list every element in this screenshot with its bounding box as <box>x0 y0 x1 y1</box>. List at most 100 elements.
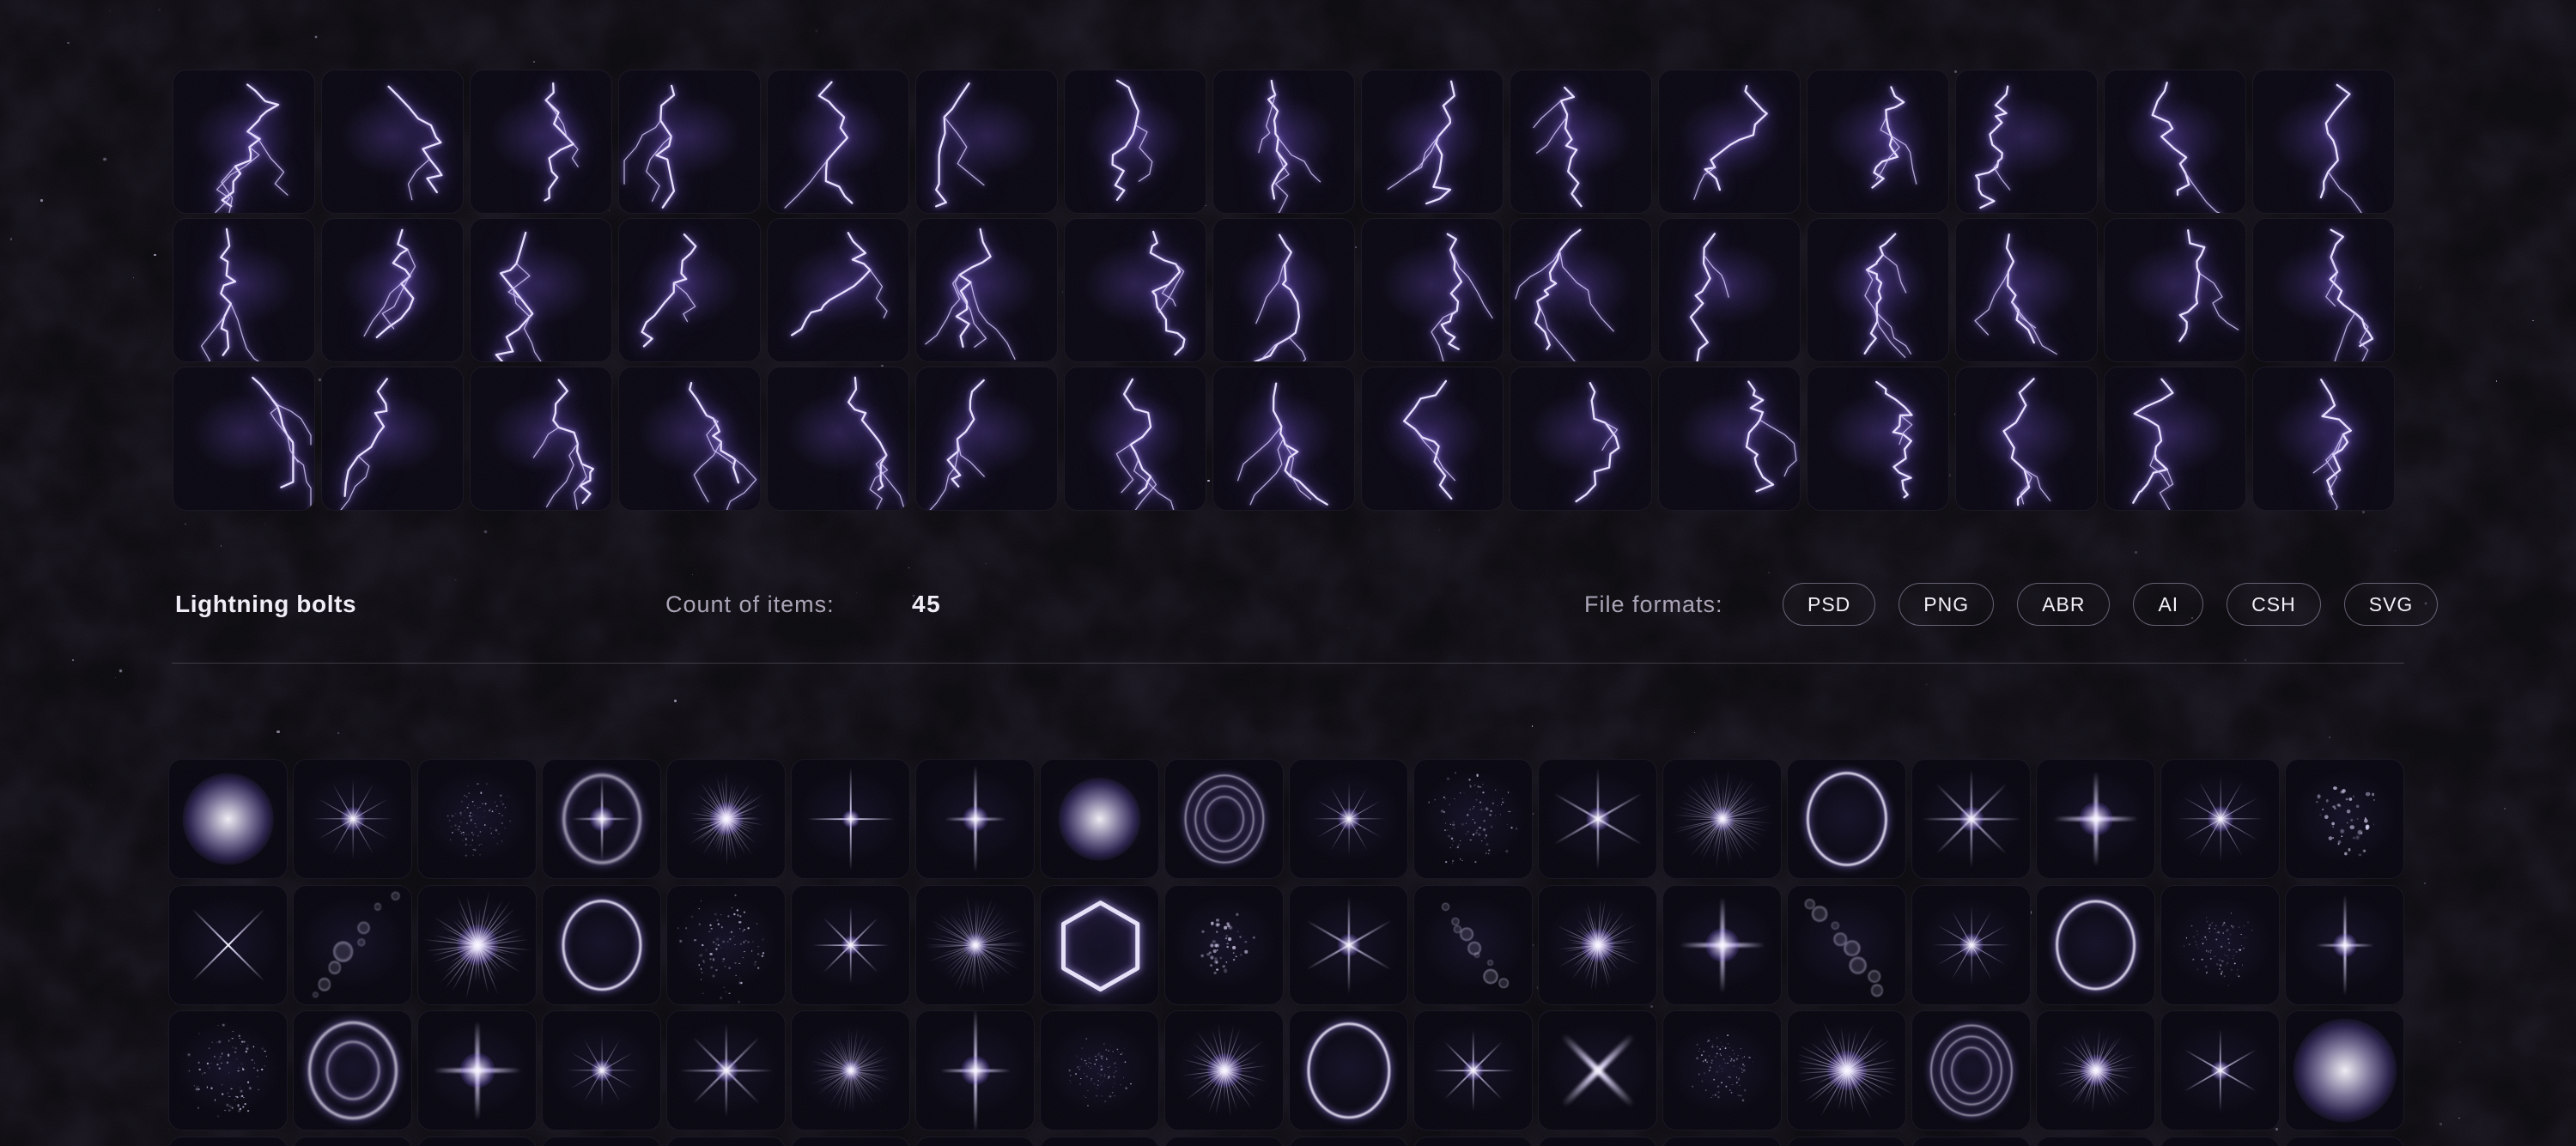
light-effect-thumbnail-burst <box>417 885 537 1005</box>
light-effect-thumbnail-star4 <box>1662 885 1782 1005</box>
light-effect-thumbnail-star8 <box>1413 1010 1533 1131</box>
lightning-bolt-thumbnail <box>321 218 464 362</box>
lightning-bolt-thumbnail <box>1955 70 2098 214</box>
light-effect-thumbnail-dust <box>666 885 786 1005</box>
light-effect-thumbnail-dust <box>168 1010 288 1131</box>
lightning-bolt-thumbnail <box>1064 70 1206 214</box>
light-effect-thumbnail-burst <box>1538 885 1657 1005</box>
format-badge-abr[interactable]: ABR <box>2017 583 2110 626</box>
light-effect-thumbnail-partial <box>791 1137 910 1146</box>
light-effect-thumbnail-partial <box>1538 1137 1657 1146</box>
light-effect-thumbnail-dust <box>417 759 537 879</box>
lightning-bolt-thumbnail <box>1212 218 1355 362</box>
lightning-bolt-thumbnail <box>1212 367 1355 511</box>
format-badge-csh[interactable]: CSH <box>2227 583 2321 626</box>
light-effect-thumbnail-xthin <box>168 885 288 1005</box>
lightning-bolt-thumbnail <box>915 70 1058 214</box>
lightning-bolt-thumbnail <box>1510 367 1652 511</box>
lightning-grid <box>173 70 2395 511</box>
light-effect-thumbnail-burst <box>2036 1010 2155 1131</box>
light-effect-thumbnail-glow <box>1040 759 1159 879</box>
light-effect-thumbnail-ring2 <box>293 1010 412 1131</box>
light-effect-thumbnail-bokeh <box>2285 759 2404 879</box>
light-effect-thumbnail-hexagon <box>1040 885 1159 1005</box>
light-effect-thumbnail-bokeh-chain <box>1413 885 1533 1005</box>
lightning-bolt-thumbnail <box>1064 218 1206 362</box>
light-effect-thumbnail-bokeh-chain <box>1787 885 1906 1005</box>
light-effect-thumbnail-star4-tall <box>2285 885 2404 1005</box>
light-effect-thumbnail-glow <box>2285 1010 2404 1131</box>
light-effect-thumbnail-partial <box>168 1137 288 1146</box>
light-effect-thumbnail-star12 <box>1289 759 1408 879</box>
lightning-bolt-thumbnail <box>1510 218 1652 362</box>
light-effect-thumbnail-bokeh-chain <box>293 885 412 1005</box>
light-effect-thumbnail-star12 <box>1911 885 2031 1005</box>
lightning-bolt-thumbnail <box>1658 70 1801 214</box>
lightning-bolt-thumbnail <box>1510 70 1652 214</box>
lightning-bolt-thumbnail <box>2252 218 2395 362</box>
count-label: Count of items: <box>665 580 835 628</box>
light-effect-thumbnail-partial <box>1787 1137 1906 1146</box>
lightning-bolt-thumbnail <box>2252 367 2395 511</box>
lightning-bolt-thumbnail <box>2252 70 2395 214</box>
light-effect-thumbnail-star4 <box>417 1010 537 1131</box>
light-effect-thumbnail-rays <box>1662 759 1782 879</box>
section-title: Lightning bolts <box>175 580 356 628</box>
light-effect-thumbnail-ring-star <box>542 759 661 879</box>
light-effect-thumbnail-burst <box>1787 1010 1906 1131</box>
light-effect-thumbnail-dust <box>2160 885 2280 1005</box>
lightning-bolt-thumbnail <box>915 218 1058 362</box>
lightning-bolt-thumbnail <box>1361 70 1504 214</box>
light-effect-thumbnail-partial <box>2285 1137 2404 1146</box>
light-effect-thumbnail-partial <box>915 1137 1035 1146</box>
lightning-bolt-thumbnail <box>173 367 315 511</box>
section-info-bar: Lightning bolts Count of items: 45 File … <box>0 580 2576 628</box>
lightning-bolt-thumbnail <box>618 70 761 214</box>
light-effect-thumbnail-dust <box>1040 1010 1159 1131</box>
lightning-bolt-thumbnail <box>1807 367 1949 511</box>
lightning-bolt-thumbnail <box>2104 70 2246 214</box>
light-effect-thumbnail-partial <box>1911 1137 2031 1146</box>
lightning-bolt-thumbnail <box>470 218 612 362</box>
count-value: 45 <box>912 580 941 628</box>
lightning-bolt-thumbnail <box>173 70 315 214</box>
lightning-bolt-thumbnail <box>1807 70 1949 214</box>
light-effect-thumbnail-burst <box>666 759 786 879</box>
light-effect-thumbnail-partial <box>1040 1137 1159 1146</box>
lightning-bolt-thumbnail <box>767 70 909 214</box>
format-badge-ai[interactable]: AI <box>2133 583 2203 626</box>
light-effect-thumbnail-glow <box>168 759 288 879</box>
format-badge-png[interactable]: PNG <box>1899 583 1994 626</box>
lightning-bolt-thumbnail <box>618 367 761 511</box>
light-effect-thumbnail-cross <box>791 759 910 879</box>
light-effect-thumbnail-star12 <box>2160 759 2280 879</box>
lightning-bolt-thumbnail <box>1955 367 2098 511</box>
lightning-bolt-thumbnail <box>1361 367 1504 511</box>
lightning-bolt-thumbnail <box>321 70 464 214</box>
light-effect-thumbnail-partial <box>1662 1137 1782 1146</box>
effects-grid <box>168 759 2404 1146</box>
light-effect-thumbnail-ring <box>542 885 661 1005</box>
light-effect-thumbnail-dust <box>1413 759 1533 879</box>
light-effect-thumbnail-partial <box>1289 1137 1408 1146</box>
light-effect-thumbnail-burst <box>1164 1010 1284 1131</box>
lightning-bolt-thumbnail <box>1361 218 1504 362</box>
lightning-bolt-thumbnail <box>1658 367 1801 511</box>
lightning-bolt-thumbnail <box>321 367 464 511</box>
light-effect-thumbnail-bokeh <box>1164 885 1284 1005</box>
format-badge-psd[interactable]: PSD <box>1783 583 1875 626</box>
lightning-bolt-thumbnail <box>470 367 612 511</box>
lightning-bolt-thumbnail <box>470 70 612 214</box>
light-effect-thumbnail-star8 <box>791 885 910 1005</box>
lightning-bolt-thumbnail <box>2104 367 2246 511</box>
light-effect-thumbnail-partial <box>1164 1137 1284 1146</box>
lightning-bolt-thumbnail <box>2104 218 2246 362</box>
lightning-bolt-thumbnail <box>1955 218 2098 362</box>
lightning-bolt-thumbnail <box>767 367 909 511</box>
light-effect-thumbnail-star6 <box>1289 885 1408 1005</box>
light-effect-thumbnail-star4-tall <box>915 759 1035 879</box>
light-effect-thumbnail-star12 <box>542 1010 661 1131</box>
lightning-bolt-thumbnail <box>1212 70 1355 214</box>
light-effect-thumbnail-partial <box>2160 1137 2280 1146</box>
format-badge-svg[interactable]: SVG <box>2344 583 2439 626</box>
